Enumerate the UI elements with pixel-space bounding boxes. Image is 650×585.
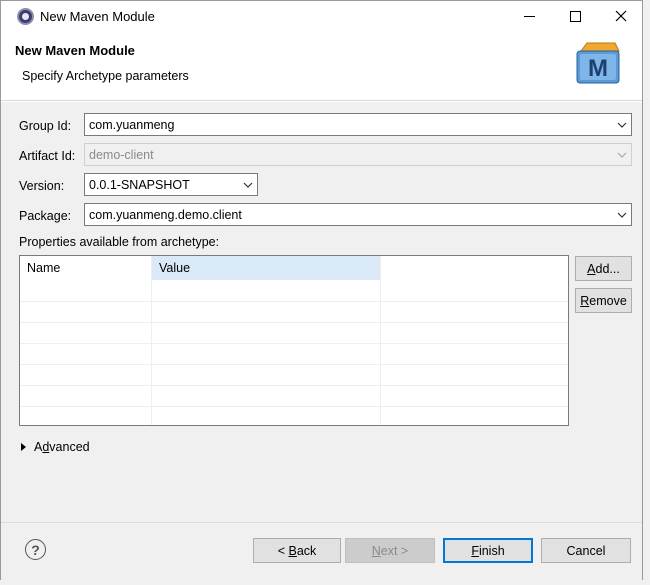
add-button-label: dd... [595, 261, 620, 276]
minimize-button[interactable] [506, 1, 552, 31]
artifact-id-value: demo-client [89, 147, 154, 162]
group-id-combo[interactable]: com.yuanmeng [84, 113, 632, 136]
table-row-divider [20, 322, 568, 323]
back-button[interactable]: < Back [253, 538, 341, 563]
form-area: Group Id: com.yuanmeng Artifact Id: demo… [1, 102, 642, 522]
version-combo[interactable]: 0.0.1-SNAPSHOT [84, 173, 258, 196]
maven-logo-icon: M [576, 42, 620, 84]
minimize-icon [523, 15, 535, 17]
background-strip-bottom [0, 580, 650, 585]
back-button-label: ack [296, 543, 317, 558]
advanced-label-prefix: A [34, 440, 43, 454]
column-header-value[interactable]: Value [151, 256, 380, 280]
properties-label: Properties available from archetype: [19, 235, 220, 249]
back-button-mnemonic: B [288, 543, 297, 558]
advanced-section-toggle[interactable]: Ad vanced [21, 440, 90, 454]
title-bar[interactable]: New Maven Module [1, 1, 642, 32]
help-icon[interactable]: ? [25, 539, 46, 560]
artifact-id-combo: demo-client [84, 143, 632, 166]
chevron-down-icon[interactable] [617, 120, 627, 130]
add-button-mnemonic: A [587, 261, 596, 276]
chevron-down-icon[interactable] [617, 210, 627, 220]
advanced-label-mnemonic: d [42, 440, 50, 454]
table-column-divider [380, 256, 381, 425]
remove-button-label: emove [589, 293, 627, 308]
maven-logo-letter: M [588, 55, 608, 82]
chevron-down-icon [617, 152, 627, 158]
wizard-subtitle: Specify Archetype parameters [22, 69, 189, 83]
next-button: Next > [345, 538, 435, 563]
button-bar: ? < Back Next > Finish Cancel [1, 522, 642, 580]
wizard-header: New Maven Module Specify Archetype param… [1, 32, 642, 101]
window-title: New Maven Module [40, 9, 155, 24]
table-row-divider [20, 343, 568, 344]
maximize-icon [569, 10, 581, 22]
group-id-value: com.yuanmeng [89, 117, 175, 132]
dialog-window: New Maven Module New Maven Module Specif… [0, 0, 643, 580]
properties-table[interactable]: Name Value [19, 255, 569, 426]
chevron-down-icon[interactable] [243, 180, 253, 190]
advanced-label: vanced [49, 440, 90, 454]
background-strip-right [643, 0, 650, 585]
table-row-divider [20, 406, 568, 407]
expand-triangle-icon [21, 443, 26, 451]
remove-button-mnemonic: R [580, 293, 590, 308]
table-row-divider [20, 364, 568, 365]
cancel-button[interactable]: Cancel [541, 538, 631, 563]
maximize-button[interactable] [552, 1, 598, 31]
app-icon [17, 8, 34, 25]
close-icon [615, 10, 627, 22]
package-value: com.yuanmeng.demo.client [89, 207, 242, 222]
column-header-name[interactable]: Name [20, 256, 151, 280]
wizard-title: New Maven Module [15, 43, 135, 58]
next-button-label: ext > [380, 543, 409, 558]
version-value: 0.0.1-SNAPSHOT [89, 177, 190, 192]
table-column-divider [151, 256, 152, 425]
finish-button[interactable]: Finish [443, 538, 533, 563]
finish-button-label: inish [478, 543, 505, 558]
artifact-id-label: Artifact Id: [19, 149, 76, 163]
group-id-label: Group Id: [19, 119, 72, 133]
back-button-prefix: < [277, 543, 289, 558]
table-row-divider [20, 385, 568, 386]
package-label: Package: [19, 209, 72, 223]
add-property-button[interactable]: Add... [575, 256, 632, 281]
table-row-divider [20, 301, 568, 302]
next-button-mnemonic: N [371, 543, 381, 558]
version-label: Version: [19, 179, 65, 193]
remove-property-button[interactable]: Remove [575, 288, 632, 313]
package-combo[interactable]: com.yuanmeng.demo.client [84, 203, 632, 226]
finish-button-mnemonic: F [471, 543, 479, 558]
close-button[interactable] [598, 1, 644, 31]
